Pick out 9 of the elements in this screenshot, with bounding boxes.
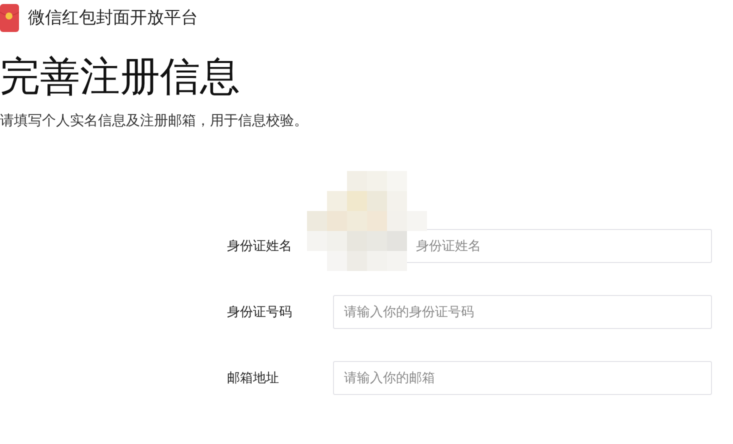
input-field[interactable]: 请输入你的身份证号码 <box>333 295 712 329</box>
field-label: 身份证姓名 <box>227 238 293 255</box>
input-field[interactable]: 请输入你的邮箱 <box>333 361 712 395</box>
page-heading: 完善注册信息 <box>0 54 241 100</box>
field-label: 身份证号码 <box>227 304 293 321</box>
page-subtitle: 请填写个人实名信息及注册邮箱，用于信息校验。 <box>0 112 309 130</box>
platform-name: 微信红包封面开放平台 <box>28 6 198 28</box>
field-label: 邮箱地址 <box>227 370 280 387</box>
envelope-icon <box>0 4 19 32</box>
